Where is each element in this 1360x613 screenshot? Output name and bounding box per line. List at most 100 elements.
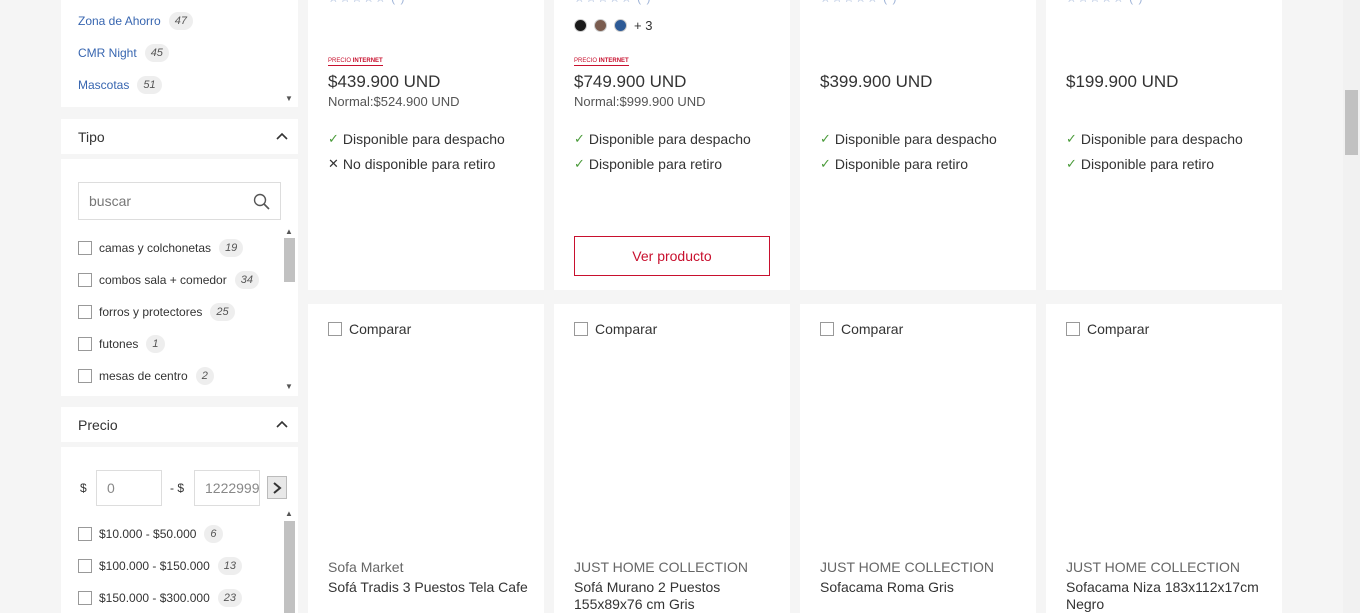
product-card[interactable]: Comparar Sofa Market Sofá Tradis 3 Puest… xyxy=(308,304,544,613)
tipo-search-input[interactable]: buscar xyxy=(78,182,281,220)
rating-stars: ☆☆☆☆☆ ( ) xyxy=(820,0,897,5)
product-name[interactable]: Sofacama Niza 183x112x17cm Negro xyxy=(1066,579,1266,613)
availability-label: Disponible para despacho xyxy=(342,131,505,147)
checkbox[interactable] xyxy=(78,559,92,573)
checkbox[interactable] xyxy=(78,305,92,319)
tipo-option-forros[interactable]: forros y protectores 25 xyxy=(78,303,235,321)
more-colors[interactable]: + 3 xyxy=(634,18,652,33)
product-card[interactable]: ☆☆☆☆☆ ( ) + 3 PRECIO INTERNET $749.900 U… xyxy=(554,0,790,290)
check-icon: ✓ xyxy=(820,156,831,171)
tipo-filter-header[interactable]: Tipo xyxy=(61,119,298,154)
rating-stars: ☆☆☆☆☆ ( ) xyxy=(574,0,651,5)
rating-stars: ☆☆☆☆☆ ( ) xyxy=(1066,0,1143,5)
retiro-availability: ✓ Disponible para retiro xyxy=(820,156,968,172)
checkbox[interactable] xyxy=(78,527,92,541)
option-label: forros y protectores xyxy=(99,305,203,319)
option-label: $150.000 - $300.000 xyxy=(99,591,210,605)
color-swatch[interactable] xyxy=(594,19,607,32)
product-card[interactable]: Comparar JUST HOME COLLECTION Sofacama R… xyxy=(800,304,1036,613)
page-scrollbar-thumb[interactable] xyxy=(1345,90,1358,155)
category-count: 51 xyxy=(137,76,162,94)
compare-checkbox[interactable]: Comparar xyxy=(328,321,411,337)
color-swatch[interactable] xyxy=(614,19,627,32)
product-name[interactable]: Sofá Tradis 3 Puestos Tela Cafe xyxy=(328,579,528,596)
category-link-mascotas[interactable]: Mascotas 51 xyxy=(78,76,162,94)
product-image[interactable] xyxy=(574,349,770,549)
currency-symbol: $ xyxy=(80,481,87,495)
retiro-availability: ✕ No disponible para retiro xyxy=(328,156,495,172)
checkbox[interactable] xyxy=(78,337,92,351)
checkbox[interactable] xyxy=(820,322,834,336)
product-card[interactable]: ☆☆☆☆☆ ( ) PRECIO INTERNET $439.900 UND N… xyxy=(308,0,544,290)
despacho-availability: ✓ Disponible para despacho xyxy=(328,131,505,147)
compare-checkbox[interactable]: Comparar xyxy=(1066,321,1149,337)
price-min-input[interactable]: 0 xyxy=(96,470,162,506)
checkbox[interactable] xyxy=(78,591,92,605)
page-scrollbar[interactable] xyxy=(1343,0,1360,613)
option-count: 2 xyxy=(195,367,214,385)
retiro-availability: ✓ Disponible para retiro xyxy=(1066,156,1214,172)
tipo-option-futones[interactable]: futones 1 xyxy=(78,335,165,353)
checkbox[interactable] xyxy=(78,369,92,383)
category-link-zona-ahorro[interactable]: Zona de Ahorro 47 xyxy=(78,12,193,30)
scroll-down-arrow-icon[interactable]: ▼ xyxy=(283,382,295,392)
scroll-up-arrow-icon[interactable]: ▲ xyxy=(283,509,295,519)
price-range-option[interactable]: $100.000 - $150.000 13 xyxy=(78,557,243,575)
tipo-option-combos[interactable]: combos sala + comedor 34 xyxy=(78,271,259,289)
price-range-option[interactable]: $150.000 - $300.000 23 xyxy=(78,589,243,607)
scroll-down-arrow-icon[interactable]: ▼ xyxy=(283,94,295,104)
tipo-filter-panel: buscar camas y colchonetas 19 combos sal… xyxy=(61,159,298,396)
check-icon: ✓ xyxy=(1066,156,1077,171)
category-count: 47 xyxy=(168,12,193,30)
product-name[interactable]: Sofacama Roma Gris xyxy=(820,579,1020,596)
despacho-availability: ✓ Disponible para despacho xyxy=(574,131,751,147)
product-image[interactable] xyxy=(328,349,524,549)
color-swatch[interactable] xyxy=(574,19,587,32)
product-price: $439.900 UND xyxy=(328,72,441,91)
checkbox[interactable] xyxy=(574,322,588,336)
tipo-option-camas[interactable]: camas y colchonetas 19 xyxy=(78,239,244,257)
product-card[interactable]: Comparar JUST HOME COLLECTION Sofacama N… xyxy=(1046,304,1282,613)
chevron-up-icon xyxy=(276,132,288,140)
price-min-value: 0 xyxy=(107,480,115,496)
compare-label: Comparar xyxy=(841,321,904,337)
option-label: camas y colchonetas xyxy=(99,241,212,255)
compare-label: Comparar xyxy=(1087,321,1150,337)
option-count: 25 xyxy=(210,303,235,321)
checkbox[interactable] xyxy=(1066,322,1080,336)
checkbox[interactable] xyxy=(78,241,92,255)
price-apply-button[interactable] xyxy=(267,476,287,499)
check-icon: ✓ xyxy=(820,131,831,146)
tipo-scrollbar[interactable]: ▲ ▼ xyxy=(283,227,295,396)
compare-checkbox[interactable]: Comparar xyxy=(820,321,903,337)
price-range-option[interactable]: $10.000 - $50.000 6 xyxy=(78,525,223,543)
product-card[interactable]: ☆☆☆☆☆ ( ) $199.900 UND ✓ Disponible para… xyxy=(1046,0,1282,290)
category-link-cmr-night[interactable]: CMR Night 45 xyxy=(78,44,169,62)
category-scrollbar[interactable]: ▼ xyxy=(283,0,295,107)
checkbox[interactable] xyxy=(328,322,342,336)
ver-producto-button[interactable]: Ver producto xyxy=(574,236,770,276)
scrollbar-thumb[interactable] xyxy=(284,521,295,613)
scrollbar-thumb[interactable] xyxy=(284,238,295,282)
product-name[interactable]: Sofá Murano 2 Puestos 155x89x76 cm Gris xyxy=(574,579,774,613)
scroll-up-arrow-icon[interactable]: ▲ xyxy=(283,227,295,237)
product-image[interactable] xyxy=(1066,349,1262,549)
availability-label: Disponible para retiro xyxy=(1080,156,1214,172)
option-count: 13 xyxy=(217,557,243,575)
precio-scrollbar[interactable]: ▲ xyxy=(283,509,295,613)
tipo-option-mesas[interactable]: mesas de centro 2 xyxy=(78,367,214,385)
checkbox[interactable] xyxy=(78,273,92,287)
precio-internet-badge: PRECIO INTERNET xyxy=(328,58,383,66)
precio-internet-badge: PRECIO INTERNET xyxy=(574,58,629,66)
product-image[interactable] xyxy=(820,349,1016,549)
compare-checkbox[interactable]: Comparar xyxy=(574,321,657,337)
product-card[interactable]: Comparar JUST HOME COLLECTION Sofá Muran… xyxy=(554,304,790,613)
availability-label: Disponible para despacho xyxy=(834,131,997,147)
price-max-input[interactable]: 1222999 xyxy=(194,470,260,506)
product-card[interactable]: ☆☆☆☆☆ ( ) $399.900 UND ✓ Disponible para… xyxy=(800,0,1036,290)
precio-filter-header[interactable]: Precio xyxy=(61,407,298,442)
search-icon[interactable] xyxy=(253,193,270,210)
retiro-availability: ✓ Disponible para retiro xyxy=(574,156,722,172)
availability-label: Disponible para retiro xyxy=(588,156,722,172)
despacho-availability: ✓ Disponible para despacho xyxy=(820,131,997,147)
